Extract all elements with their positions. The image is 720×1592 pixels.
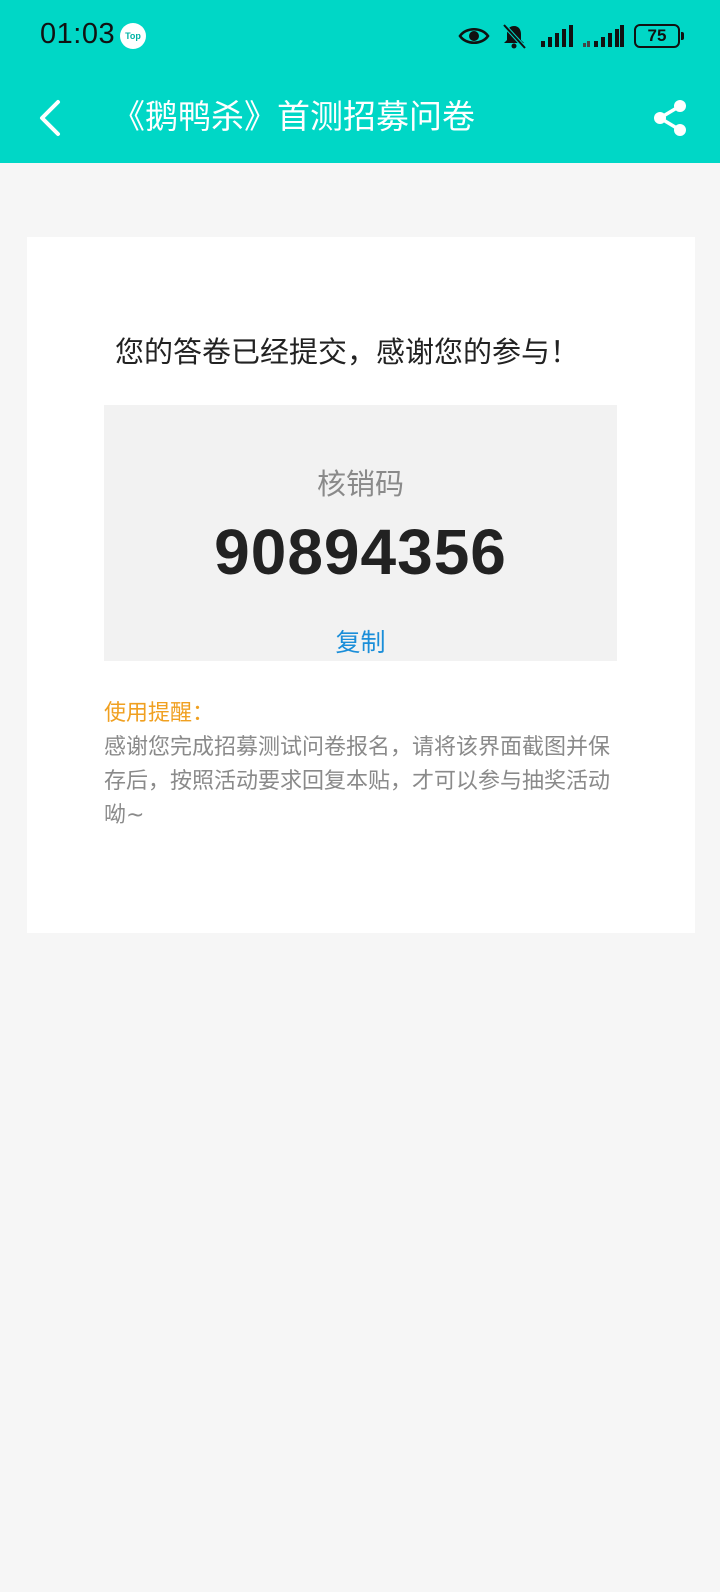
usage-tip-body: 感谢您完成招募测试问卷报名，请将该界面截图并保存后，按照活动要求回复本贴，才可以… [104, 735, 611, 828]
result-card: 您的答卷已经提交，感谢您的参与！ 核销码 90894356 复制 使用提醒： 感… [27, 237, 695, 933]
redeem-code-box: 核销码 90894356 复制 [104, 405, 617, 661]
usage-tip-title: 使用提醒： [104, 701, 215, 726]
app-badge-icon: Top [120, 23, 146, 49]
page-title: 《鹅鸭杀》首测招募问卷 [112, 97, 475, 136]
status-bar: 01:03 Top 75 [0, 0, 720, 72]
status-icons: 75 [458, 18, 684, 54]
battery-icon: 75 [634, 24, 684, 48]
share-button[interactable] [642, 90, 698, 146]
redeem-code-label: 核销码 [316, 467, 404, 501]
signal-icon [541, 25, 573, 47]
submit-thanks-text: 您的答卷已经提交，感谢您的参与！ [115, 335, 580, 369]
share-icon [654, 100, 686, 136]
chevron-left-icon [40, 100, 60, 136]
nav-bar: 《鹅鸭杀》首测招募问卷 [0, 72, 720, 163]
signal-icon [583, 25, 624, 47]
back-button[interactable] [22, 90, 78, 146]
eye-icon [458, 27, 490, 45]
copy-button[interactable]: 复制 [104, 623, 617, 659]
bell-off-icon [502, 23, 527, 50]
status-time: 01:03 [40, 18, 116, 50]
redeem-code-value: 90894356 [214, 516, 507, 588]
